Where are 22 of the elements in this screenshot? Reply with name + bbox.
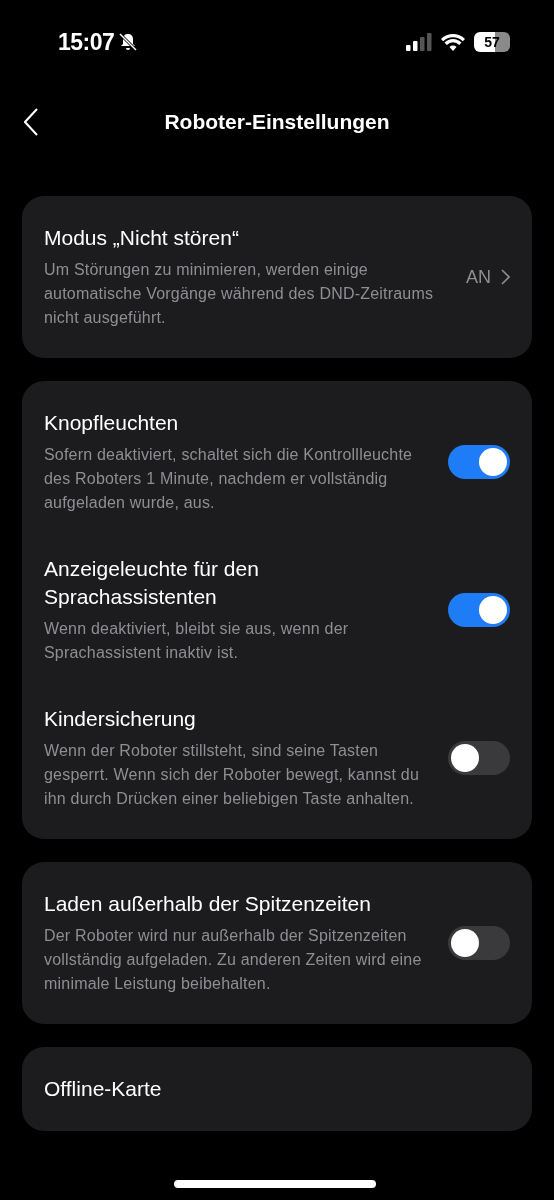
setting-title: Anzeigeleuchte für den Sprachassistenten (44, 556, 260, 610)
setting-description: Wenn deaktiviert, bleibt sie aus, wenn der Sprachassistent inaktiv ist. (44, 619, 350, 663)
toggle-switch[interactable] (448, 593, 510, 627)
status-link[interactable]: AN (466, 266, 510, 288)
setting-title: Modus „Nicht stören“ (44, 225, 240, 251)
toggle-switch[interactable] (448, 445, 510, 479)
toggle-switch[interactable] (448, 741, 510, 775)
setting-description: Der Roboter wird nur außerhalb der Spitzenzeiten vollständig aufgeladen. Zu anderen Zeiten wird eine minimale Leistung beibehalten. (44, 926, 423, 994)
toggle-switch[interactable] (448, 926, 510, 960)
status-time: 15:07 (58, 28, 115, 56)
signal-icon (406, 33, 432, 51)
chevron-right-icon (501, 269, 510, 285)
setting-title: Kindersicherung (44, 706, 197, 732)
battery-level: 57 (474, 32, 510, 52)
setting-title: Laden außerhalb der Spitzenzeiten (44, 891, 372, 917)
page-title: Roboter-Einstellungen (164, 110, 390, 134)
wifi-icon (441, 33, 465, 51)
setting-description: Wenn der Roboter stillsteht, sind seine Tasten gesperrt. Wenn sich der Roboter bewegt, kannst du ihn durch Drücken einer beliebigen Taste anhalten. (44, 741, 421, 809)
setting-description: Sofern deaktiviert, schaltet sich die Kontrollleuchte des Roboters 1 Minute, nachdem er vollständig aufgeladen wurde, aus. (44, 445, 414, 513)
setting-description: Um Störungen zu minimieren, werden einige automatische Vorgänge während des DND-Zeitraums nicht ausgeführt. (44, 260, 435, 328)
setting-title: Offline-Karte (44, 1076, 163, 1102)
setting-title: Knopfleuchten (44, 410, 180, 436)
